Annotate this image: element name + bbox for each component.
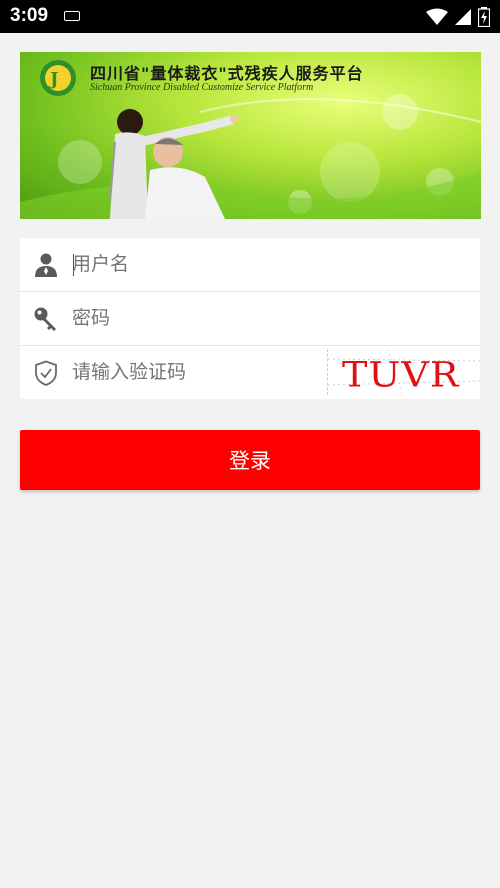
- password-input[interactable]: [72, 292, 332, 345]
- status-bar: 3:09: [0, 0, 500, 33]
- password-row: [20, 292, 480, 346]
- key-icon: [34, 307, 56, 331]
- username-input[interactable]: [72, 238, 332, 291]
- svg-text:J: J: [48, 69, 59, 90]
- captcha-input[interactable]: [72, 346, 332, 399]
- captcha-code: TUVR: [342, 355, 460, 395]
- user-icon: [35, 253, 57, 277]
- login-button[interactable]: 登录: [20, 430, 480, 490]
- banner-image: J 四川省"量体裁衣"式残疾人服务平台 Sichuan Province Dis…: [20, 52, 481, 219]
- captcha-row: TUVR: [20, 346, 480, 399]
- platform-logo-icon: J: [40, 60, 76, 96]
- keyboard-icon: [64, 11, 80, 21]
- banner-title: 四川省"量体裁衣"式残疾人服务平台: [90, 64, 364, 83]
- battery-icon: [478, 7, 490, 27]
- status-time: 3:09: [10, 5, 49, 26]
- signal-icon: [455, 9, 471, 25]
- shield-check-icon: [35, 360, 57, 386]
- status-icons: [426, 6, 490, 28]
- captcha-image[interactable]: TUVR: [327, 349, 480, 395]
- login-form: TUVR: [20, 238, 480, 399]
- banner-subtitle: Sichuan Province Disabled Customize Serv…: [90, 82, 314, 93]
- wifi-icon: [426, 8, 448, 25]
- username-row: [20, 238, 480, 292]
